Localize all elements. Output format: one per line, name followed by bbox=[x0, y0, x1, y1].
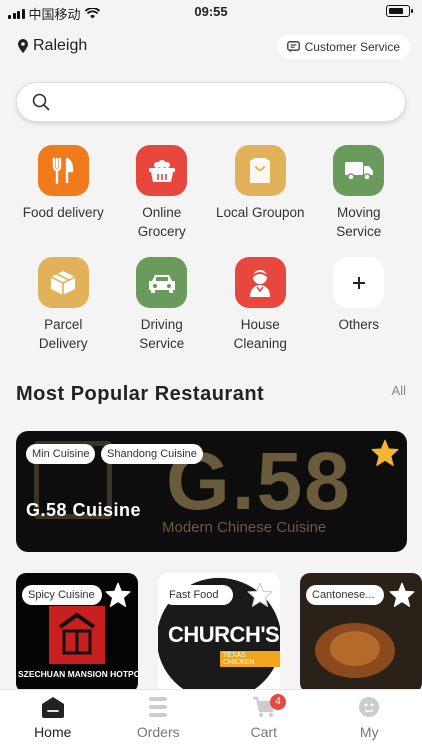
service-others[interactable]: Others bbox=[310, 257, 409, 353]
search-bar[interactable] bbox=[16, 82, 406, 122]
cuisine-tag: Shandong Cuisine bbox=[101, 444, 203, 464]
service-food-delivery[interactable]: Food delivery bbox=[14, 145, 113, 241]
restaurant-sign-text: SZECHUAN MANSION HOTPOT bbox=[18, 669, 138, 679]
see-all-link[interactable]: All bbox=[392, 383, 406, 398]
cuisine-tag: Cantonese... bbox=[306, 585, 384, 605]
cuisine-tag: Min Cuisine bbox=[26, 444, 96, 464]
search-input[interactable] bbox=[62, 89, 392, 115]
home-icon bbox=[41, 697, 64, 718]
battery-icon bbox=[386, 5, 413, 17]
shopping-bag-icon bbox=[234, 145, 286, 196]
hotpot-logo bbox=[49, 606, 105, 664]
service-label: Others bbox=[338, 317, 379, 332]
cuisine-tag: Fast Food bbox=[163, 585, 233, 605]
tab-label: Orders bbox=[136, 724, 180, 740]
car-icon bbox=[136, 257, 188, 308]
service-parcel-delivery[interactable]: Parcel Delivery bbox=[14, 257, 113, 353]
churchs-logo-subtext: TEXAS CHICKEN bbox=[220, 651, 280, 667]
service-local-groupon[interactable]: Local Groupon bbox=[211, 145, 310, 241]
service-grid: Food delivery Online Grocery Local Group… bbox=[14, 145, 408, 353]
status-bar: 中国移动 09:55 bbox=[0, 0, 422, 22]
service-moving[interactable]: Moving Service bbox=[310, 145, 409, 241]
status-time: 09:55 bbox=[194, 4, 228, 19]
fork-knife-icon bbox=[37, 145, 89, 196]
profile-icon bbox=[359, 697, 380, 717]
service-house-cleaning[interactable]: House Cleaning bbox=[211, 257, 310, 353]
section-title: Most Popular Restaurant bbox=[16, 383, 265, 405]
service-label: Moving Service bbox=[336, 205, 382, 239]
star-icon[interactable] bbox=[371, 439, 399, 466]
service-label: Driving Service bbox=[139, 317, 185, 351]
tab-home[interactable]: Home bbox=[0, 690, 106, 750]
location-selector[interactable]: Raleigh bbox=[18, 37, 87, 55]
tab-orders[interactable]: Orders bbox=[106, 690, 212, 750]
restaurant-card[interactable]: CHURCH'S TEXAS CHICKEN Fast Food bbox=[158, 573, 280, 693]
truck-icon bbox=[333, 145, 385, 196]
list-icon bbox=[149, 697, 168, 717]
tab-my[interactable]: My bbox=[317, 690, 422, 750]
box-icon bbox=[37, 257, 89, 308]
churchs-logo-text: CHURCH'S bbox=[168, 622, 280, 647]
search-icon bbox=[32, 93, 50, 111]
basket-icon bbox=[136, 145, 188, 196]
service-label: Local Groupon bbox=[215, 205, 305, 220]
star-outline-icon[interactable] bbox=[105, 582, 131, 607]
tab-label: Cart bbox=[250, 724, 277, 740]
service-label: Online Grocery bbox=[137, 205, 186, 239]
cuisine-tag: Spicy Cuisine bbox=[22, 585, 102, 605]
service-label: House Cleaning bbox=[233, 317, 287, 351]
tab-cart[interactable]: 4 Cart bbox=[211, 690, 317, 750]
featured-restaurant-card[interactable]: G.58 Modern Chinese Cuisine Min Cuisine … bbox=[16, 431, 407, 552]
restaurant-name: G.58 Cuisine bbox=[26, 500, 142, 520]
service-label: Parcel Delivery bbox=[38, 317, 88, 351]
tab-label: My bbox=[359, 724, 379, 740]
location-label: Raleigh bbox=[33, 37, 88, 54]
plus-icon bbox=[333, 257, 385, 308]
restaurant-card[interactable]: Cantonese... bbox=[300, 573, 422, 693]
service-online-grocery[interactable]: Online Grocery bbox=[113, 145, 212, 241]
cleaner-icon bbox=[234, 257, 286, 308]
tab-label: Home bbox=[34, 724, 72, 740]
customer-service-label: Customer Service bbox=[304, 40, 400, 54]
star-outline-icon[interactable] bbox=[389, 582, 415, 607]
service-label: Food delivery bbox=[22, 205, 104, 220]
chat-icon bbox=[286, 41, 300, 53]
star-outline-icon[interactable] bbox=[247, 582, 273, 607]
bottom-tab-bar: Home Orders 4 Cart My bbox=[0, 689, 422, 750]
customer-service-button[interactable]: Customer Service bbox=[276, 35, 410, 59]
banner-subtext: Modern Chinese Cuisine bbox=[162, 519, 327, 536]
cart-count-badge: 4 bbox=[270, 694, 287, 710]
restaurant-card[interactable]: SZECHUAN MANSION HOTPOT Spicy Cuisine bbox=[16, 573, 138, 693]
food-photo-highlight bbox=[330, 631, 380, 666]
location-pin-icon bbox=[18, 39, 28, 53]
service-driving[interactable]: Driving Service bbox=[113, 257, 212, 353]
